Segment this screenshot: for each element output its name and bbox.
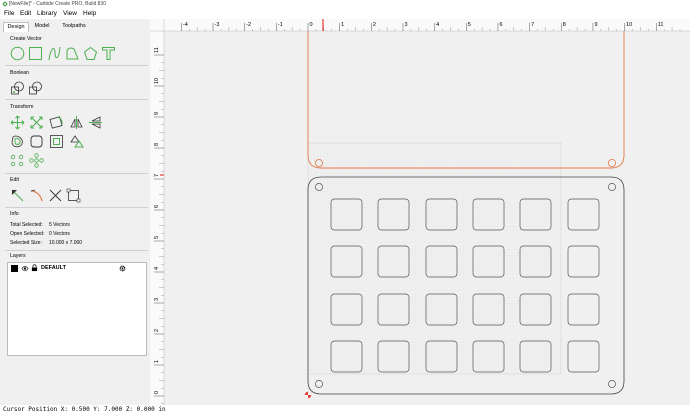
ruler-label: 8 [154,143,160,146]
circular-pattern-icon[interactable] [10,153,25,168]
trim-icon[interactable] [48,188,63,203]
ruler-label: 2 [154,329,160,332]
menu-bar: File Edit Library View Help [0,9,690,19]
origin-icon [304,391,312,399]
scale-icon[interactable] [29,115,44,130]
menu-file[interactable]: File [4,10,14,17]
layer-settings-gear-icon[interactable] [119,265,126,272]
ruler-label: 10 [626,22,632,28]
ruler-label: 11 [658,22,664,28]
menu-library[interactable]: Library [37,10,57,17]
ruler-label: 4 [154,267,160,270]
flip-vertical-icon[interactable] [88,115,103,130]
ruler-label: 5 [154,236,160,239]
separator [5,99,148,100]
create-vector-heading: Create Vector [10,36,42,42]
ruler-label: 4 [436,22,439,28]
ruler-label: 9 [154,112,160,115]
tab-design[interactable]: Design [3,22,29,32]
ruler-label: 9 [594,22,597,28]
circle-tool-icon[interactable] [10,46,25,61]
join-icon[interactable] [66,188,81,203]
layers-list: DEFAULT [7,262,147,356]
ruler-label: 0 [154,391,160,394]
layer-color-swatch[interactable] [11,265,18,272]
app-logo-icon [2,1,8,7]
stock-grid [307,142,562,375]
open-selected-value: 0 Vectors [49,231,70,237]
ruler-label: -1 [278,22,283,28]
status-bar: Cursor Position X: 0.500 Y: 7.000 Z: 0.0… [0,405,690,414]
align-icon[interactable] [49,134,64,149]
boolean-heading: Boolean [10,70,30,76]
ruler-label: 1 [341,22,344,28]
selected-size-label: Selected Size: [10,240,42,246]
offset-icon[interactable] [10,134,25,149]
layers-heading: Layers [10,253,26,259]
separator [5,250,148,251]
ruler-label: 1 [154,360,160,363]
knife-icon[interactable] [29,188,44,203]
ruler-label: 10 [154,78,160,84]
selected-size-value: 10.000 x 7.000 [49,240,83,246]
fillet-icon[interactable] [29,134,44,149]
ruler-label: 8 [563,22,566,28]
transform-heading: Transform [10,104,34,110]
node-edit-icon[interactable] [10,188,25,203]
ruler-label: 7 [531,22,534,28]
total-selected-value: 5 Vectors [49,222,70,228]
separator [5,173,148,174]
curve-tool-icon[interactable] [65,46,80,61]
menu-view[interactable]: View [63,10,77,17]
eye-icon[interactable] [21,265,29,272]
layer-row[interactable]: DEFAULT [9,264,145,273]
separator [5,207,148,208]
rotate-icon[interactable] [49,115,64,130]
ruler-label: -3 [215,22,220,28]
layer-name: DEFAULT [41,265,66,271]
menu-edit[interactable]: Edit [20,10,31,17]
horizontal-ruler [150,19,690,31]
ruler-label: 3 [404,22,407,28]
rectangle-tool-icon[interactable] [28,46,43,61]
menu-help[interactable]: Help [83,10,96,17]
polygon-tool-icon[interactable] [83,46,98,61]
title-bar: [NewFile]* - Carbide Create PRO, Build 8… [0,0,690,9]
ruler-label: 5 [468,22,471,28]
design-canvas[interactable]: -4 -3 -2 -1 0 1 2 3 4 5 6 7 8 9 10 11 11109876543210 [150,19,690,405]
ruler-label: 2 [373,22,376,28]
text-tool-icon[interactable] [101,46,116,61]
info-heading: Info [10,211,19,217]
polyline-tool-icon[interactable] [47,46,62,61]
ruler-label: 0 [310,22,313,28]
separator [5,65,148,66]
ruler-label: -4 [183,22,188,28]
weld-icon[interactable] [10,81,25,96]
open-selected-label: Open Selected: [10,231,45,237]
distribute-icon[interactable] [69,134,84,149]
subtract-icon[interactable] [28,81,43,96]
ruler-label: 3 [154,298,160,301]
tab-toolpaths[interactable]: Toolpaths [57,22,91,31]
design-panel: Design Model Toolpaths Create Vector Boo… [0,19,151,405]
grid-pattern-icon[interactable] [29,153,44,168]
mirror-icon[interactable] [69,115,84,130]
tab-model[interactable]: Model [31,22,53,31]
cursor-position-readout: Cursor Position X: 0.500 Y: 7.000 Z: 0.0… [3,406,166,413]
lock-icon[interactable] [31,264,38,272]
total-selected-label: Total Selected: [10,222,43,228]
ruler-label: 6 [499,22,502,28]
ruler-label: 6 [154,205,160,208]
move-icon[interactable] [10,115,25,130]
ruler-label: 11 [154,47,160,53]
window-title: [NewFile]* - Carbide Create PRO, Build 8… [9,1,106,7]
vertical-ruler [150,19,164,405]
ruler-label: -2 [246,22,251,28]
ruler-label: 7 [154,174,160,177]
edit-heading: Edit [10,177,19,183]
